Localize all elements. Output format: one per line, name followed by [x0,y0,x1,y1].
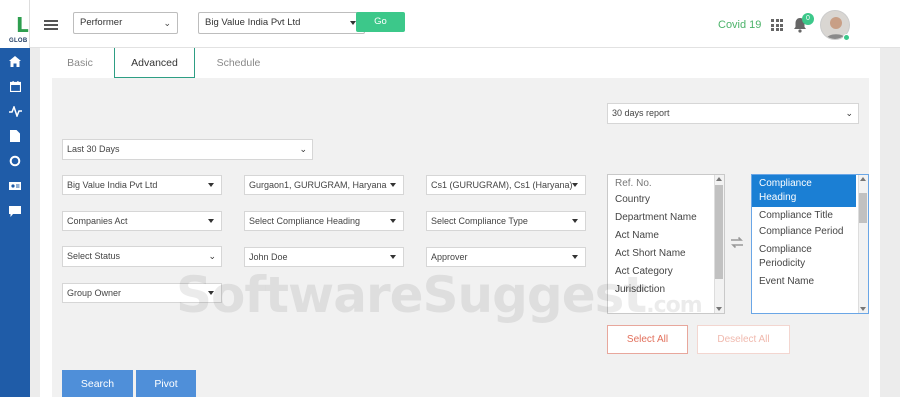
entity-select[interactable]: Big Value India Pvt Ltd [198,12,365,34]
approver-filter-value: Approver [431,252,468,262]
chevron-down-icon: ⌄ [299,144,307,154]
covid-link[interactable]: Covid 19 [718,19,761,31]
act-filter[interactable]: Companies Act [62,211,222,231]
home-icon[interactable] [8,54,22,68]
list-item[interactable]: Jurisdiction [608,281,724,299]
list-item[interactable]: Department Name [608,209,708,225]
location-filter[interactable]: Gurgaon1, GURUGRAM, Haryana [244,175,404,195]
compliance-heading-filter[interactable]: Select Compliance Heading [244,211,404,231]
activity-icon[interactable] [8,104,22,118]
chevron-down-icon: ⌄ [163,18,171,28]
available-columns-list[interactable]: Ref. No. Country Department Name Act Nam… [607,174,725,314]
caret-down-icon [208,219,214,223]
calendar-icon[interactable] [8,79,22,93]
tab-schedule[interactable]: Schedule [200,48,277,78]
entity-select-value: Big Value India Pvt Ltd [205,17,301,28]
logo[interactable]: L GLOB [0,0,30,48]
scrollbar-thumb[interactable] [859,193,867,223]
scrollbar[interactable] [858,175,868,313]
logo-letter: L [16,13,29,37]
notification-badge: 0 [802,13,814,25]
list-item[interactable]: Event Name [752,271,868,291]
list-item[interactable]: Compliance Title [752,207,868,225]
period-select[interactable]: Last 30 Days ⌄ [62,139,313,160]
compliance-type-filter-value: Select Compliance Type [431,216,528,226]
location-filter-value: Gurgaon1, GURUGRAM, Haryana [249,180,387,190]
transfer-icon[interactable] [729,236,745,250]
user-filter-value: John Doe [249,252,288,262]
online-status-dot [843,34,850,41]
report-type-select[interactable]: 30 days report ⌄ [607,103,859,124]
caret-down-icon [572,183,578,187]
caret-down-icon [572,255,578,259]
apps-grid-icon[interactable] [771,19,783,31]
list-item[interactable]: Ref. No. [608,177,724,191]
list-item-selected[interactable]: Compliance Heading [752,175,856,207]
menu-icon[interactable] [44,20,58,30]
scrollbar-thumb[interactable] [715,185,723,279]
list-item[interactable]: Act Category [608,263,724,281]
report-type-value: 30 days report [612,108,670,118]
list-item[interactable]: Act Name [608,225,724,245]
deselect-all-button[interactable]: Deselect All [697,325,790,354]
status-filter-value: Select Status [67,251,121,261]
search-button[interactable]: Search [62,370,133,397]
chat-icon[interactable] [8,204,22,218]
role-select-value: Performer [80,17,123,28]
compliance-heading-filter-value: Select Compliance Heading [249,216,361,226]
caret-down-icon [390,255,396,259]
approver-filter[interactable]: Approver [426,247,586,267]
tab-basic[interactable]: Basic [52,48,108,78]
select-all-button[interactable]: Select All [607,325,688,354]
caret-down-icon [390,183,396,187]
group-filter-value: Group Owner [67,288,122,298]
act-filter-value: Companies Act [67,216,128,226]
list-item[interactable]: Compliance Periodicity [752,239,852,271]
caret-down-icon [208,183,214,187]
id-card-icon[interactable] [8,179,22,193]
scrollbar[interactable] [714,175,724,313]
period-select-value: Last 30 Days [67,144,120,154]
selected-columns-list[interactable]: Compliance Heading Compliance Title Comp… [751,174,869,314]
entity-filter[interactable]: Big Value India Pvt Ltd [62,175,222,195]
caret-down-icon [572,219,578,223]
tab-advanced[interactable]: Advanced [114,48,195,78]
entity-filter-value: Big Value India Pvt Ltd [67,180,158,190]
list-item[interactable]: Compliance Period [752,225,852,239]
compliance-type-filter[interactable]: Select Compliance Type [426,211,586,231]
act-scope-filter[interactable]: Cs1 (GURUGRAM), Cs1 (Haryana) [426,175,586,195]
caret-down-icon [208,291,214,295]
chevron-down-icon: ⌄ [208,251,216,261]
list-item[interactable]: Act Short Name [608,245,724,263]
logo-subtext: GLOB [9,38,28,44]
chevron-down-icon: ⌄ [845,108,853,118]
user-filter[interactable]: John Doe [244,247,404,267]
role-select[interactable]: Performer ⌄ [73,12,178,34]
go-button[interactable]: Go [356,12,405,32]
status-filter[interactable]: Select Status ⌄ [62,246,222,267]
document-icon[interactable] [8,129,22,143]
pivot-button[interactable]: Pivot [136,370,196,397]
group-filter[interactable]: Group Owner [62,283,222,303]
act-scope-filter-value: Cs1 (GURUGRAM), Cs1 (Haryana) [431,180,573,190]
list-item[interactable]: Country [608,191,724,209]
caret-down-icon [390,219,396,223]
refresh-icon[interactable] [8,154,22,168]
